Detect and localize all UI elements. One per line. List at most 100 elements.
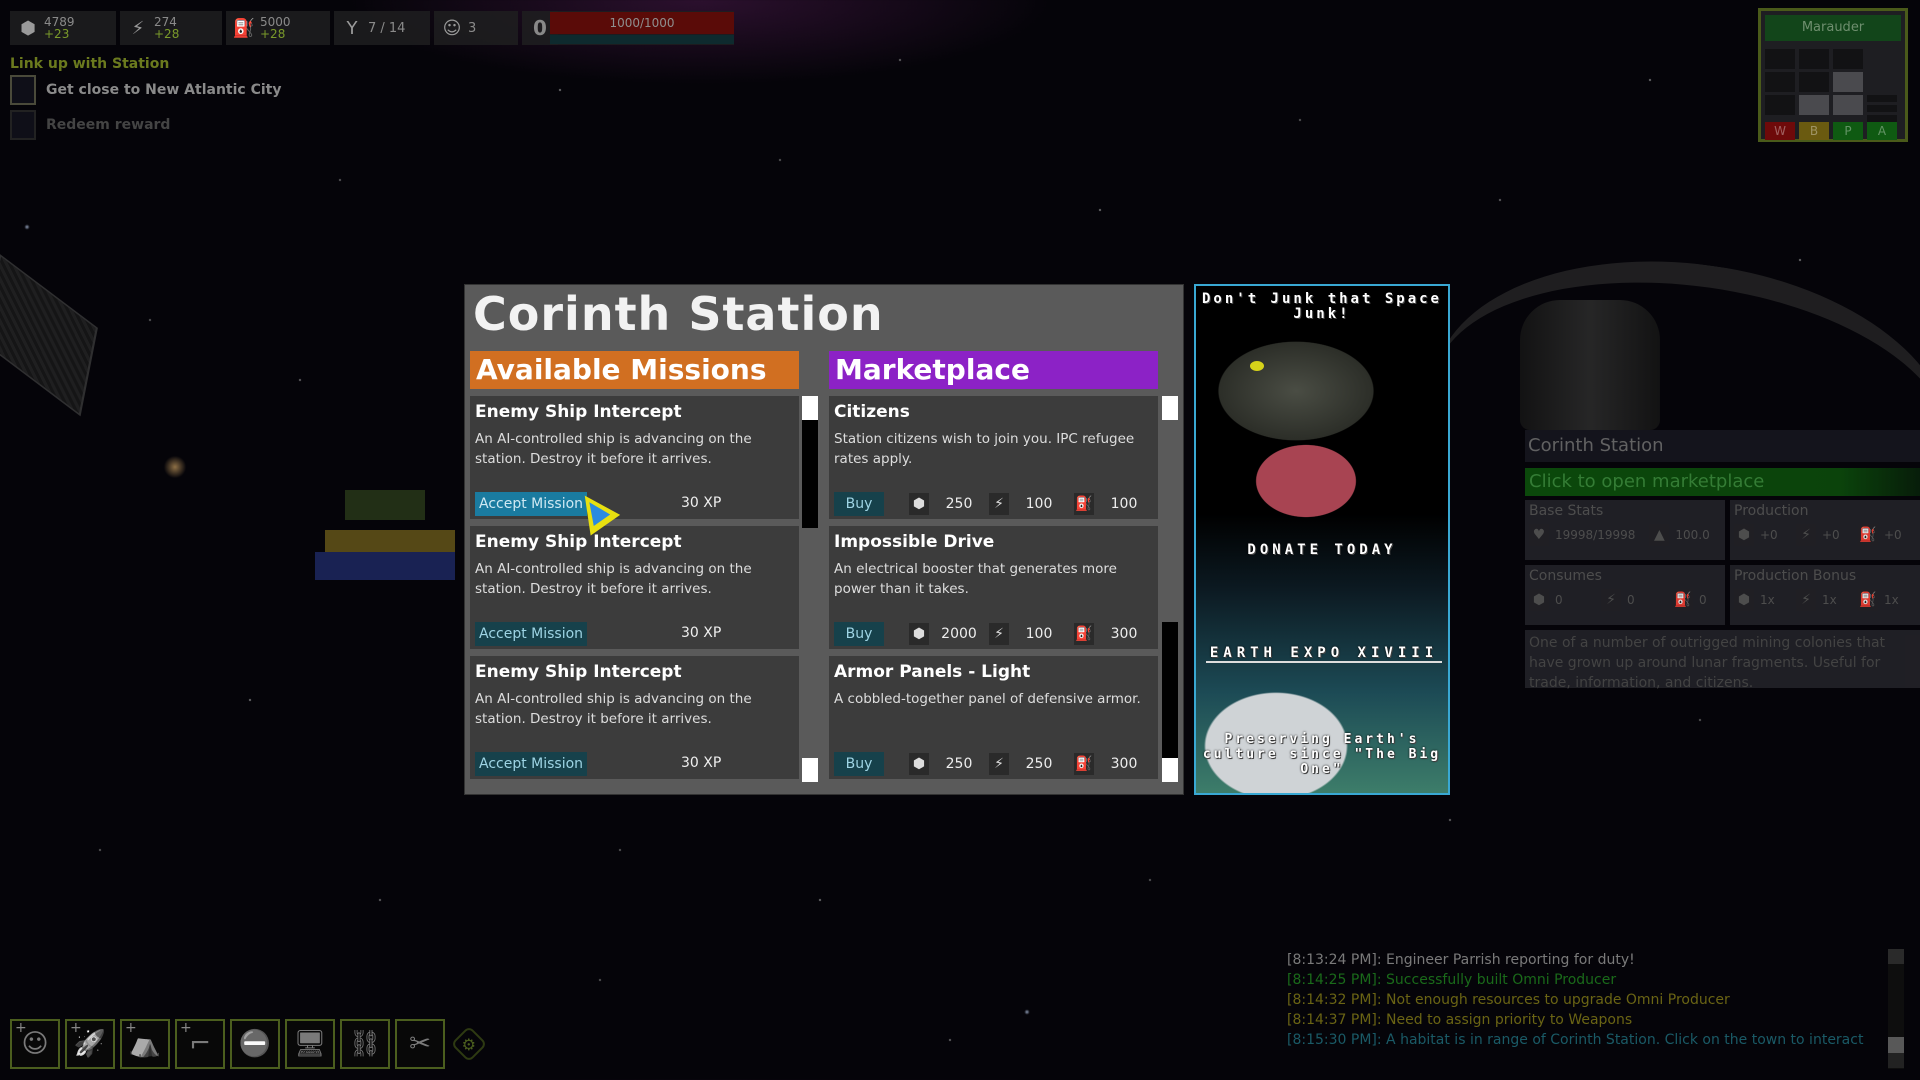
marketplace-scrollbar[interactable] (1162, 396, 1178, 782)
mission-reward: 30 XP (681, 495, 722, 511)
priority-key-p[interactable]: P (1833, 122, 1863, 140)
log-time: [8:15:30 PM] (1287, 1032, 1377, 1048)
advertisement-banner: Don't Junk that Space Junk! DONATE TODAY… (1194, 284, 1450, 795)
fuel-can-icon: ⛽ (1074, 493, 1094, 515)
shield-bar-fill (550, 35, 734, 44)
objective-title: Link up with Station (10, 56, 170, 72)
mission-reward: 30 XP (681, 625, 722, 641)
priority-key-b[interactable]: B (1799, 122, 1829, 140)
crystal-icon: ⬢ (1529, 589, 1549, 611)
broken-chain-icon: ✂ (409, 1029, 431, 1059)
log-scroll-up[interactable] (1888, 949, 1904, 964)
station-tank[interactable] (1520, 300, 1660, 430)
hire-crew-button[interactable]: + ☺ (10, 1019, 60, 1069)
priority-cell (1799, 95, 1829, 115)
heart-icon: ♥ (1529, 524, 1549, 546)
log-message: A habitat is in range of Corinth Station… (1386, 1032, 1864, 1048)
priority-column-a (1867, 49, 1897, 122)
resource-fuel: ⛽ 5000 +28 (226, 11, 330, 45)
objective-item[interactable]: Redeem reward (10, 110, 170, 140)
log-scroll-down[interactable] (1888, 1053, 1904, 1068)
cost-fuel: ⛽ 300 (1074, 622, 1154, 646)
action-toolbar: + ☺ + 🚀 + ⛺ + ⌐ ⛔ 🖥 ⛓ ✂ ⚙ (10, 1019, 488, 1069)
scrollbar-handle-bottom[interactable] (802, 758, 818, 782)
objective-checkbox[interactable] (10, 110, 36, 140)
scrollbar-handle-bottom[interactable] (1162, 758, 1178, 782)
crystal-icon: ⬢ (1734, 524, 1754, 546)
buy-button[interactable]: Buy (834, 752, 884, 776)
log-message: Engineer Parrish reporting for duty! (1386, 952, 1635, 968)
build-weapon-button[interactable]: + ⌐ (175, 1019, 225, 1069)
station-info-panel: Corinth Station Click to open marketplac… (1525, 430, 1920, 691)
missions-scrollbar[interactable] (802, 396, 818, 782)
accept-mission-button[interactable]: Accept Mission (475, 752, 588, 776)
cost-fuel: ⛽ 100 (1074, 492, 1154, 516)
computer-button[interactable]: 🖥 (285, 1019, 335, 1069)
rocket-plus-icon: 🚀 (73, 1029, 107, 1059)
plus-icon: + (15, 1020, 27, 1036)
accept-mission-button[interactable]: Accept Mission (475, 492, 588, 516)
missions-header: Available Missions (470, 351, 799, 389)
objective-item[interactable]: Get close to New Atlantic City (10, 75, 281, 105)
accept-mission-button[interactable]: Accept Mission (475, 622, 588, 646)
consumes-fuel: 0 (1699, 593, 1707, 607)
link-button[interactable]: ⛓ (340, 1019, 390, 1069)
build-rocket-button[interactable]: + 🚀 (65, 1019, 115, 1069)
ship-status-widget[interactable]: Marauder W B P A (1758, 8, 1908, 142)
marketplace-header: Marketplace (829, 351, 1158, 389)
log-scroll-handle[interactable] (1888, 1037, 1904, 1053)
market-item-description: An electrical booster that generates mor… (834, 561, 1117, 597)
production-bonus-box: Production Bonus ⬢ 1x ⚡ 1x ⛽ 1x (1730, 565, 1920, 625)
resource-crew: ☺ 3 (434, 11, 518, 45)
lightning-icon: ⚡ (1796, 589, 1816, 611)
buy-button[interactable]: Buy (834, 492, 884, 516)
fuel-delta: +28 (260, 27, 286, 41)
production-fuel: +0 (1884, 528, 1902, 542)
station-info-name: Corinth Station (1525, 430, 1920, 462)
priority-cell (1867, 95, 1897, 102)
weight-value: 100.0 (1675, 528, 1710, 542)
consumes-box: Consumes ⬢ 0 ⚡ 0 ⛽ 0 (1525, 565, 1725, 625)
production-box: Production ⬢ +0 ⚡ +0 ⛽ +0 (1730, 500, 1920, 560)
crystal-icon: ⬢ (909, 623, 929, 645)
log-entry: [8:14:37 PM]: Need to assign priority to… (1287, 1012, 1633, 1028)
log-entry: [8:14:25 PM]: Successfully built Omni Pr… (1287, 972, 1617, 988)
log-time: [8:13:24 PM] (1287, 952, 1377, 968)
open-marketplace-button[interactable]: Click to open marketplace (1525, 468, 1920, 496)
lightning-icon: ⚡ (131, 17, 145, 39)
log-scrollbar[interactable] (1888, 949, 1904, 1069)
fuel-can-icon: ⛽ (1673, 589, 1693, 611)
objective-label: Get close to New Atlantic City (46, 82, 282, 98)
cost-value: 100 (1025, 496, 1053, 512)
hull-health-fill: 1000/1000 (550, 12, 734, 34)
priority-column-weapons (1765, 49, 1795, 122)
scrollbar-handle-top[interactable] (802, 396, 818, 420)
priority-cell (1799, 72, 1829, 92)
market-item-description: A cobbled-together panel of defensive ar… (834, 691, 1141, 707)
base-stats-label: Base Stats (1529, 503, 1604, 519)
consumes-crystal: 0 (1555, 593, 1563, 607)
scrollbar-track (1162, 622, 1178, 758)
resource-crystal: ⬢ 4789 +23 (10, 11, 116, 45)
priority-cell (1833, 95, 1863, 115)
objective-checkbox[interactable] (10, 75, 36, 105)
station-description: One of a number of outrigged mining colo… (1525, 630, 1920, 691)
gear-icon: ⚙ (461, 1034, 477, 1054)
crew-value: 3 (468, 20, 477, 36)
build-habitat-button[interactable]: + ⛺ (120, 1019, 170, 1069)
lightning-icon: ⚡ (989, 493, 1009, 515)
log-entry: [8:13:24 PM]: Engineer Parrish reporting… (1287, 952, 1635, 968)
priority-key-w[interactable]: W (1765, 122, 1795, 140)
space-debris-panel (0, 253, 98, 417)
resource-power: ⚡ 274 +28 (120, 11, 222, 45)
scrollbar-handle-top[interactable] (1162, 396, 1178, 420)
player-ship-structure[interactable] (315, 480, 455, 590)
settings-button[interactable]: ⚙ (450, 1025, 488, 1063)
dinosaur-eye (1250, 361, 1264, 371)
stop-button[interactable]: ⛔ (230, 1019, 280, 1069)
unlink-button[interactable]: ✂ (395, 1019, 445, 1069)
log-time: [8:14:37 PM] (1287, 1012, 1377, 1028)
buy-button[interactable]: Buy (834, 622, 884, 646)
bonus-fuel: 1x (1884, 593, 1899, 607)
priority-key-a[interactable]: A (1867, 122, 1897, 140)
